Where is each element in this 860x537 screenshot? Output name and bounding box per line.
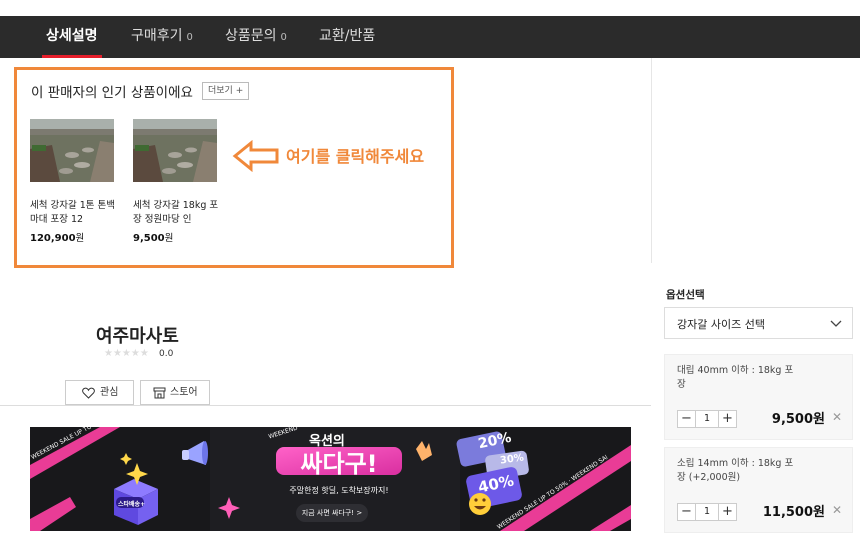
quantity-value[interactable]: 1 (696, 504, 718, 520)
option-price: 9,500원 (771, 412, 825, 427)
increase-button[interactable]: + (718, 504, 736, 520)
remove-option-close-icon[interactable]: ✕ (832, 410, 842, 424)
increase-button[interactable]: + (718, 411, 736, 427)
tab-label: 구매후기 (131, 28, 183, 44)
price-unit: 원 (75, 233, 85, 244)
chevron-down-icon (830, 320, 842, 327)
product-name[interactable]: 세척 강자갈 1톤 톤백마대 포장 12 (30, 199, 122, 227)
decrease-button[interactable]: − (678, 504, 696, 520)
product-price: 9,500원 (133, 230, 173, 244)
tab-inquiries[interactable]: 상품문의 0 (225, 16, 287, 58)
option-desc: 소립 14mm 이하 : 18kg 포장 (+2,000원) (677, 458, 794, 483)
tab-label: 교환/반품 (319, 28, 376, 44)
quantity-value[interactable]: 1 (696, 411, 718, 427)
tab-count: 0 (186, 32, 193, 43)
gravel-garden-photo (30, 119, 114, 182)
divider (651, 58, 652, 263)
heart-icon (82, 387, 95, 399)
banner-big-title: 싸다구! (300, 450, 378, 478)
store-icon (153, 387, 166, 399)
box-label: 스타배송+ (118, 501, 146, 508)
more-button[interactable]: 더보기 + (202, 82, 250, 100)
select-label: 강자갈 사이즈 선택 (677, 318, 765, 331)
tab-count: 0 (280, 32, 287, 43)
store-button[interactable]: 스토어 (140, 380, 210, 405)
product-image[interactable] (30, 119, 114, 182)
seller-name[interactable]: 여주마사토 (96, 322, 179, 348)
tab-exchange-return[interactable]: 교환/반품 (319, 16, 375, 58)
detail-tab-bar: 상세설명 구매후기 0 상품문의 0 교환/반품 (0, 16, 860, 58)
popular-title: 이 판매자의 인기 상품이에요 (31, 85, 193, 101)
option-price: 11,500원 (762, 505, 825, 520)
store-label: 스토어 (170, 387, 198, 398)
product-image[interactable] (133, 119, 217, 182)
like-label: 관심 (100, 387, 119, 398)
click-hint-text: 여기를 클릭해주세요 (286, 147, 425, 166)
like-button[interactable]: 관심 (65, 380, 134, 405)
size-select[interactable]: 강자갈 사이즈 선택 (664, 307, 853, 339)
quantity-stepper: − 1 + (677, 410, 737, 428)
decrease-button[interactable]: − (678, 411, 696, 427)
price-unit: 원 (164, 233, 174, 244)
option-desc: 대립 40mm 이하 : 18kg 포장 (677, 365, 794, 390)
rating-value: 0.0 (159, 349, 174, 359)
options-title: 옵션선택 (666, 289, 705, 301)
arrow-left-icon (232, 140, 279, 172)
selected-option-card: 소립 14mm 이하 : 18kg 포장 (+2,000원) − 1 + 11,… (664, 447, 853, 533)
product-price: 120,900원 (30, 230, 84, 244)
product-name[interactable]: 세척 강자갈 18kg 포장 정원마당 인 (133, 199, 225, 227)
tab-label: 상세설명 (46, 28, 98, 44)
price-value: 9,500 (133, 233, 165, 244)
remove-option-close-icon[interactable]: ✕ (832, 503, 842, 517)
tab-label: 상품문의 (225, 28, 277, 44)
banner-cta: 지금 사면 싸다구! > (301, 509, 363, 517)
rating-stars: ★★★★★ (104, 348, 149, 359)
quantity-stepper: − 1 + (677, 503, 737, 521)
gravel-garden-photo (133, 119, 217, 182)
price-value: 120,900 (30, 233, 76, 244)
selected-option-card: 대립 40mm 이하 : 18kg 포장 − 1 + 9,500원 ✕ (664, 354, 853, 440)
weekend-sale-banner[interactable]: WEEKEND SALE UP TO 50% · WEEKEND SALE UP… (30, 427, 631, 531)
tab-reviews[interactable]: 구매후기 0 (131, 16, 193, 58)
tab-detail[interactable]: 상세설명 (42, 16, 102, 58)
divider (0, 405, 651, 406)
banner-subtitle: 주말한정 핫딜, 도착보장까지! (289, 486, 389, 495)
popular-products-box: 이 판매자의 인기 상품이에요 더보기 + 세척 강자갈 1톤 톤백마대 포장 … (14, 67, 454, 268)
